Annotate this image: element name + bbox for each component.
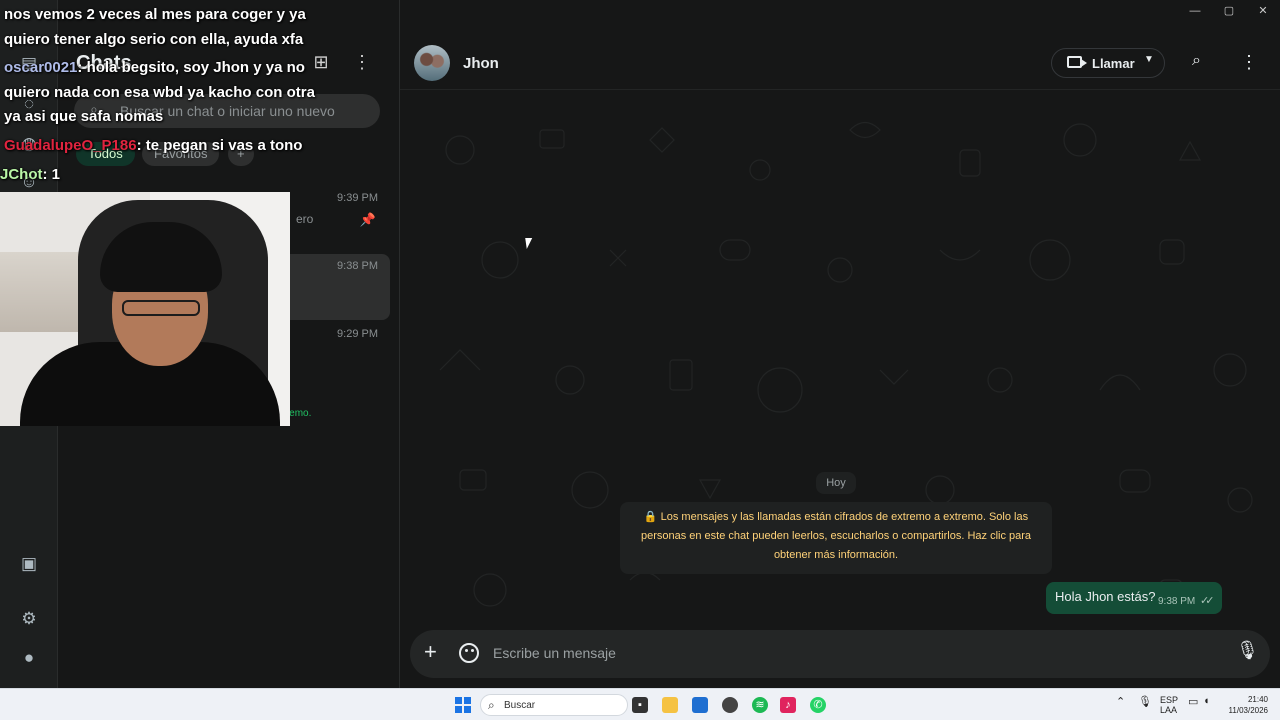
- overlay-username: GuadalupeO_P186: [4, 137, 137, 154]
- mouse-cursor: [525, 238, 534, 249]
- overlay-text: quiero nada con esa wbd ya kacho con otr…: [4, 84, 315, 101]
- obs-icon[interactable]: [722, 697, 738, 713]
- overlay-text: : 1: [42, 166, 61, 183]
- chevron-down-icon: ▼: [1144, 54, 1154, 65]
- windows-taskbar: ⌕ Buscar ▪ ≋ ♪ ✆ ⌃ 🎙 ESP LAA ▭ ◖ 21:40 1…: [0, 688, 1280, 720]
- lang-bottom: LAA: [1160, 705, 1178, 715]
- message-composer: + Escribe un mensaje 🎙: [410, 630, 1270, 678]
- menu-icon[interactable]: ⋮: [352, 52, 372, 76]
- overlay-line: oscar0021: hola begsito, soy Jhon y ya n…: [4, 59, 305, 76]
- windows-start-icon[interactable]: [455, 697, 471, 713]
- clock[interactable]: 21:40 11/03/2026: [1226, 694, 1268, 716]
- settings-icon[interactable]: ⚙: [17, 607, 41, 631]
- menu-icon[interactable]: ⋮: [1240, 52, 1258, 74]
- window-controls: — ▢ ✕: [1178, 0, 1280, 22]
- outgoing-message[interactable]: Hola Jhon estás? 9:38 PM ✓✓: [1046, 582, 1222, 614]
- microphone-icon[interactable]: 🎙: [1138, 695, 1152, 708]
- new-chat-icon[interactable]: ⊞: [308, 52, 334, 76]
- overlay-text: : te pegan si vas a tono: [136, 137, 303, 154]
- overlay-line: ya asi que safa nomas: [4, 108, 163, 125]
- chat-time: 9:38 PM: [337, 260, 378, 272]
- search-icon: ⌕: [488, 698, 495, 712]
- minimize-button[interactable]: —: [1178, 0, 1212, 22]
- overlay-username: oscar0021: [4, 59, 78, 76]
- message-text: Hola Jhon estás?: [1055, 589, 1156, 604]
- profile-icon[interactable]: ●: [17, 646, 41, 670]
- overlay-text: ya asi que safa nomas: [4, 108, 164, 125]
- taskbar-search[interactable]: ⌕ Buscar: [480, 694, 628, 716]
- overlay-username: JChot: [0, 166, 43, 183]
- message-time: 9:38 PM: [1158, 596, 1196, 607]
- overlay-line: quiero nada con esa wbd ya kacho con otr…: [4, 84, 315, 101]
- close-button[interactable]: ✕: [1246, 0, 1280, 22]
- microphone-icon[interactable]: 🎙: [1236, 640, 1259, 661]
- call-button[interactable]: Llamar ▼: [1051, 48, 1165, 78]
- search-icon[interactable]: ⌕: [1192, 52, 1214, 74]
- media-icon[interactable]: ▣: [17, 552, 41, 576]
- overlay-text: nos vemos 2 veces al mes para coger y ya: [4, 6, 306, 23]
- chat-time: 9:39 PM: [337, 192, 378, 204]
- clock-time: 21:40: [1247, 695, 1268, 704]
- taskbar-search-label: Buscar: [504, 700, 536, 711]
- overlay-line: nos vemos 2 veces al mes para coger y ya: [4, 6, 306, 23]
- overlay-text: quiero tener algo serio con ella, ayuda …: [4, 31, 304, 48]
- webcam-overlay: [0, 192, 290, 426]
- sticker-emoji-icon[interactable]: [459, 643, 479, 663]
- video-icon: [1067, 56, 1087, 68]
- conversation-header: Jhon Llamar ▼ ⌕ ⋮: [400, 36, 1280, 90]
- lang-top: ESP: [1160, 695, 1179, 705]
- tiktok-icon[interactable]: ♪: [780, 697, 796, 713]
- task-view-icon[interactable]: ▪: [632, 697, 648, 713]
- day-separator: Hoy: [816, 472, 856, 494]
- store-icon[interactable]: [692, 697, 708, 713]
- language-indicator[interactable]: ESP LAA: [1160, 695, 1178, 715]
- message-input[interactable]: Escribe un mensaje: [493, 645, 616, 661]
- file-explorer-icon[interactable]: [662, 697, 678, 713]
- overlay-text: : hola begsito, soy Jhon y ya no: [77, 59, 305, 76]
- conversation-panel: Jhon Llamar ▼ ⌕ ⋮ Hoy 🔒 Los mensajes y l…: [400, 36, 1280, 688]
- spotify-icon[interactable]: ≋: [752, 697, 768, 713]
- network-icon[interactable]: ▭: [1188, 695, 1198, 708]
- overlay-line: JChot: 1: [0, 166, 60, 183]
- cam-person-glasses: [122, 300, 200, 316]
- encryption-system-message[interactable]: 🔒 Los mensajes y las llamadas están cifr…: [620, 502, 1052, 574]
- read-check-icon: ✓✓: [1200, 595, 1215, 607]
- maximize-button[interactable]: ▢: [1212, 0, 1246, 22]
- overlay-line: quiero tener algo serio con ella, ayuda …: [4, 31, 303, 48]
- whatsapp-window: — ▢ ✕ ▤ ◌ ◍ ☺ ▣ ⚙ ● Chats ⊞ ⋮ ⌕ Buscar u…: [0, 0, 1280, 688]
- whatsapp-icon[interactable]: ✆: [810, 697, 826, 713]
- pin-icon: 📌: [359, 212, 376, 227]
- avatar[interactable]: [414, 45, 450, 81]
- clock-date: 11/03/2026: [1228, 706, 1268, 715]
- chevron-up-icon[interactable]: ⌃: [1116, 695, 1125, 708]
- chat-preview: ero: [296, 212, 314, 226]
- call-label: Llamar: [1092, 56, 1135, 71]
- chat-time: 9:29 PM: [337, 328, 378, 340]
- contact-name[interactable]: Jhon: [463, 55, 499, 72]
- volume-icon[interactable]: ◖: [1203, 695, 1210, 707]
- attach-icon[interactable]: +: [424, 640, 437, 664]
- overlay-line: GuadalupeO_P186: te pegan si vas a tono: [4, 137, 302, 154]
